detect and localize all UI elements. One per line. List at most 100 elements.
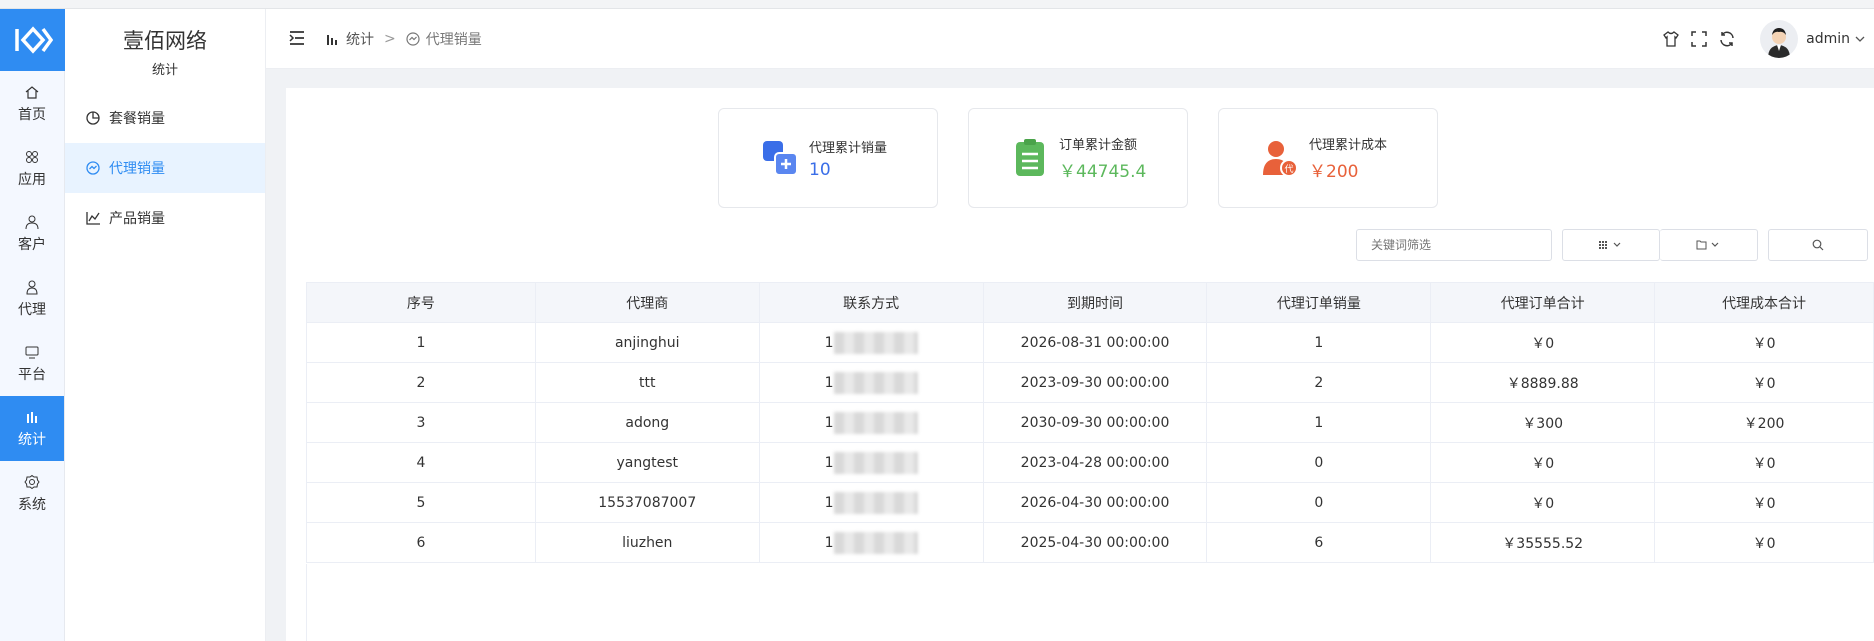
gear-icon bbox=[24, 474, 40, 489]
breadcrumb-root[interactable]: 统计 bbox=[346, 29, 374, 49]
agent-chart-icon bbox=[406, 32, 420, 46]
table-row[interactable]: 3 adong 1 2030-09-30 00:00:00 1 ￥300 ￥200 bbox=[306, 402, 1874, 443]
column-header[interactable]: 代理商 bbox=[534, 282, 760, 323]
agent-sales-icon bbox=[763, 141, 798, 176]
table-cell: 2023-04-28 00:00:00 bbox=[982, 442, 1208, 483]
rail-item-platform[interactable]: 平台 bbox=[0, 331, 64, 396]
contact-visible-prefix: 1 bbox=[824, 374, 834, 391]
table-cell: 2023-09-30 00:00:00 bbox=[982, 362, 1208, 403]
rail-item-stats[interactable]: 统计 bbox=[0, 396, 64, 461]
agent-sales-total-card: 代理累计销量 10 bbox=[718, 108, 938, 208]
table-cell: 1 bbox=[758, 402, 984, 443]
contact-visible-prefix: 1 bbox=[824, 414, 834, 431]
line-chart-icon bbox=[86, 212, 100, 225]
username[interactable]: admin bbox=[1806, 31, 1850, 47]
column-select[interactable] bbox=[1562, 229, 1660, 261]
grid-icon bbox=[1599, 241, 1621, 249]
theme-shirt-icon[interactable] bbox=[1662, 30, 1680, 48]
column-header[interactable]: 到期时间 bbox=[982, 282, 1208, 323]
table-cell: 2 bbox=[1206, 362, 1432, 403]
table-cell: 3 bbox=[306, 402, 536, 443]
column-header[interactable]: 代理订单合计 bbox=[1430, 282, 1656, 323]
home-icon bbox=[25, 85, 39, 99]
table-cell: ttt bbox=[534, 362, 760, 403]
redacted-contact bbox=[833, 371, 918, 394]
redacted-contact bbox=[833, 331, 918, 354]
stat-value: ￥200 bbox=[1309, 162, 1359, 182]
table-cell: liuzhen bbox=[534, 522, 760, 563]
table-cell: ￥0 bbox=[1654, 362, 1874, 403]
keyword-filter-input[interactable] bbox=[1356, 229, 1552, 261]
table-cell: ￥0 bbox=[1430, 482, 1656, 523]
column-header[interactable]: 代理成本合计 bbox=[1654, 282, 1874, 323]
breadcrumb-current: 代理销量 bbox=[425, 32, 482, 48]
table-cell: ￥8889.88 bbox=[1430, 362, 1656, 403]
table-cell: 2026-08-31 00:00:00 bbox=[982, 322, 1208, 363]
rail-item-user[interactable]: 客户 bbox=[0, 201, 64, 266]
table-cell: 1 bbox=[758, 362, 984, 403]
table-row[interactable]: 2 ttt 1 2023-09-30 00:00:00 2 ￥8889.88 ￥0 bbox=[306, 362, 1874, 403]
rail-item-agent[interactable]: 代理 bbox=[0, 266, 64, 331]
fullscreen-icon[interactable] bbox=[1690, 30, 1708, 48]
agent-chart-icon bbox=[86, 161, 100, 175]
column-header[interactable]: 代理订单销量 bbox=[1206, 282, 1432, 323]
stat-value: ￥44745.4 bbox=[1059, 162, 1147, 182]
table-row[interactable]: 5 15537087007 1 2026-04-30 00:00:00 0 ￥0 ￥0 bbox=[306, 482, 1874, 523]
table-cell: 0 bbox=[1206, 442, 1432, 483]
rail-item-label: 系统 bbox=[18, 496, 46, 513]
menu-toggle-icon[interactable] bbox=[288, 29, 306, 47]
agent-cost-total-card: 代 代理累计成本 ￥200 bbox=[1218, 108, 1438, 208]
folder-icon bbox=[1696, 240, 1718, 250]
table-cell: 1 bbox=[758, 442, 984, 483]
brand-name: 壹佰网络 bbox=[123, 29, 207, 53]
user-icon bbox=[25, 215, 39, 229]
user-avatar-icon bbox=[1768, 28, 1791, 58]
avatar[interactable] bbox=[1760, 20, 1799, 58]
table-cell: 2 bbox=[306, 362, 536, 403]
top-header: 统计 > 代理销量 admin bbox=[266, 9, 1874, 69]
browser-top-strip bbox=[0, 0, 1874, 9]
rail-item-home[interactable]: 首页 bbox=[0, 71, 64, 136]
sidebar-item-agent-chart[interactable]: 代理销量 bbox=[65, 143, 265, 193]
stat-label: 代理累计销量 bbox=[809, 140, 888, 156]
contact-visible-prefix: 1 bbox=[824, 534, 834, 551]
column-header[interactable]: 序号 bbox=[306, 282, 536, 323]
table-row[interactable]: 4 yangtest 1 2023-04-28 00:00:00 0 ￥0 ￥0 bbox=[306, 442, 1874, 483]
redacted-contact bbox=[833, 411, 918, 434]
stat-label: 订单累计金额 bbox=[1059, 138, 1138, 153]
column-header[interactable]: 联系方式 bbox=[758, 282, 984, 323]
search-icon bbox=[1812, 239, 1824, 251]
logo-icon bbox=[14, 26, 53, 54]
table-cell: ￥0 bbox=[1654, 442, 1874, 483]
logo[interactable] bbox=[0, 9, 65, 71]
table-cell: 1 bbox=[758, 322, 984, 363]
rail-item-apps[interactable]: 应用 bbox=[0, 136, 64, 201]
export-select[interactable] bbox=[1660, 229, 1758, 261]
redacted-contact bbox=[833, 451, 918, 474]
table-cell: 1 bbox=[1206, 322, 1432, 363]
sidebar-item-line-chart[interactable]: 产品销量 bbox=[65, 193, 265, 243]
table-row[interactable]: 1 anjinghui 1 2026-08-31 00:00:00 1 ￥0 ￥0 bbox=[306, 322, 1874, 363]
agent-sales-table: 序号 代理商 联系方式 到期时间 代理订单销量 代理订单合计 代理成本合计 1 anjingh… bbox=[306, 282, 1874, 563]
table-cell: 6 bbox=[306, 522, 536, 563]
chevron-down-icon[interactable] bbox=[1854, 33, 1866, 45]
table-cell: ￥200 bbox=[1654, 402, 1874, 443]
stat-cards: 代理累计销量 10 订单累计金额 ￥44745.4 代 代理累计成本 ￥200 bbox=[718, 108, 1468, 208]
svg-text:代: 代 bbox=[1284, 164, 1293, 175]
sidebar-item-pie-chart[interactable]: 套餐销量 bbox=[65, 93, 265, 143]
rail-item-label: 客户 bbox=[18, 236, 46, 253]
rail-item-gear[interactable]: 系统 bbox=[0, 461, 64, 526]
order-clipboard-icon bbox=[1016, 139, 1044, 176]
agent-cost-icon: 代 bbox=[1263, 141, 1298, 177]
table-cell: 6 bbox=[1206, 522, 1432, 563]
redacted-contact bbox=[833, 491, 918, 514]
agent-icon bbox=[26, 280, 38, 294]
refresh-icon[interactable] bbox=[1718, 30, 1736, 48]
rail-item-label: 首页 bbox=[18, 106, 46, 123]
main-content: 代理累计销量10订单累计金额￥44745.4代代理累计成本￥200 序号代理商联… bbox=[286, 88, 1874, 641]
table-row[interactable]: 6 liuzhen 1 2025-04-30 00:00:00 6 ￥35555.52 ￥0 bbox=[306, 522, 1874, 563]
contact-visible-prefix: 1 bbox=[824, 334, 834, 351]
stat-value: 10 bbox=[809, 159, 831, 180]
table-cell: ￥35555.52 bbox=[1430, 522, 1656, 563]
search-button[interactable] bbox=[1768, 229, 1868, 261]
